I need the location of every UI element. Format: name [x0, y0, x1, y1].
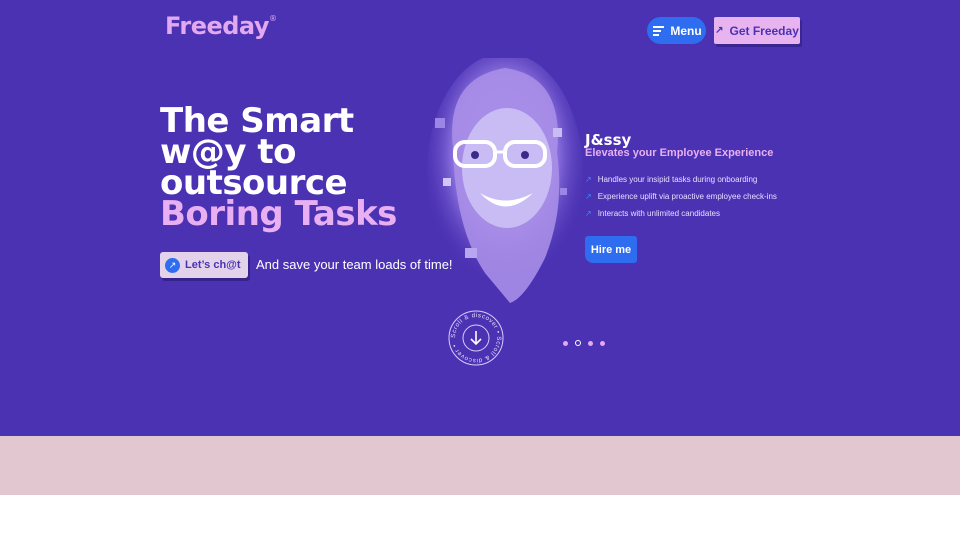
logo-text: Freeday [165, 12, 270, 40]
persona-portrait [427, 58, 583, 303]
carousel-dot[interactable] [588, 340, 593, 346]
hire-me-button[interactable]: Hire me [585, 236, 637, 263]
hire-me-label: Hire me [590, 243, 632, 256]
feature-text: Handles your insipid tasks during onboar… [597, 175, 758, 184]
headline-accent: Boring Tasks [160, 194, 397, 234]
get-freeday-label: Get Freeday [729, 23, 799, 38]
persona-tagline: Elevates your Employee Experience [585, 147, 774, 159]
list-item: ↗ Interacts with unlimited candidates [585, 205, 777, 222]
next-section-band [0, 436, 960, 495]
lets-chat-label: Let’s ch@t [185, 259, 241, 271]
feature-text: Interacts with unlimited candidates [597, 209, 720, 218]
hero-headline: The Smart w@y to outsource Boring Tasks [160, 104, 397, 234]
hero-tagline: And save your team loads of time! [256, 257, 453, 272]
logo[interactable]: Freeday® [165, 12, 277, 40]
list-item: ↗ Experience uplift via proactive employe… [585, 188, 777, 205]
lets-chat-button[interactable]: ↗ Let’s ch@t [160, 252, 248, 278]
carousel-dots [563, 340, 605, 346]
arrow-up-right-icon: ↗ [715, 25, 724, 36]
arrow-up-right-icon: ↗ [165, 257, 180, 273]
arrow-up-right-icon: ↗ [585, 175, 592, 184]
scroll-discover-badge[interactable]: Scroll & discover • Scroll & discover • [447, 309, 505, 367]
feature-text: Experience uplift via proactive employee… [597, 192, 777, 201]
hero-section: Freeday® Menu ↗ Get Freeday The Smart w@… [0, 0, 960, 436]
menu-icon [653, 26, 665, 36]
menu-label: Menu [670, 23, 702, 38]
feature-list: ↗ Handles your insipid tasks during onboa… [585, 171, 777, 222]
arrow-up-right-icon: ↗ [585, 209, 592, 218]
carousel-dot-active[interactable] [575, 340, 581, 346]
arrow-up-right-icon: ↗ [585, 192, 592, 201]
carousel-dot[interactable] [563, 340, 568, 346]
list-item: ↗ Handles your insipid tasks during onboa… [585, 171, 777, 188]
carousel-dot[interactable] [600, 340, 605, 346]
arrow-down-icon [470, 331, 482, 346]
registered-mark: ® [269, 14, 277, 23]
get-freeday-button[interactable]: ↗ Get Freeday [714, 17, 800, 44]
menu-button[interactable]: Menu [647, 17, 706, 44]
